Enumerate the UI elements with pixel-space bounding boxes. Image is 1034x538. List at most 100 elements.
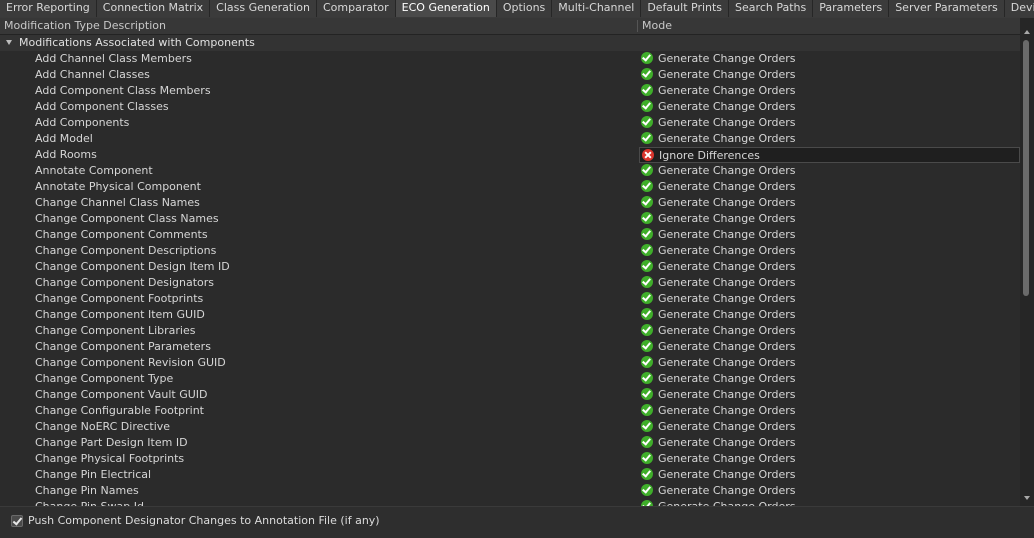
tab-connection-matrix[interactable]: Connection Matrix [96, 0, 211, 17]
vertical-scrollbar[interactable] [1020, 18, 1034, 506]
table-row[interactable]: Add Channel Classes Generate Change Order… [0, 67, 1020, 83]
table-row[interactable]: Change Component Class Names Generate Cha… [0, 211, 1020, 227]
table-row[interactable]: Change Configurable Footprint Generate Ch… [0, 403, 1020, 419]
mode-value: Generate Change Orders [658, 52, 796, 65]
tab-bar: Error Reporting Connection Matrix Class Ge… [0, 0, 1034, 18]
column-divider[interactable] [637, 20, 638, 32]
mode-dropdown[interactable]: Generate Change Orders [639, 419, 1020, 435]
table-row[interactable]: Change Component Footprints Generate Chan… [0, 291, 1020, 307]
mode-dropdown[interactable]: Generate Change Orders [639, 323, 1020, 339]
tab-device-sheets[interactable]: Device Sheets [1004, 0, 1034, 17]
table-row[interactable]: Add Rooms Ignore Differences [0, 147, 1020, 163]
tab-server-parameters[interactable]: Server Parameters [889, 0, 1005, 17]
row-description: Add Component Classes [35, 100, 169, 113]
table-row[interactable]: Change Pin Electrical Generate Change Ord… [0, 467, 1020, 483]
table-row[interactable]: Change Part Design Item ID Generate Chang… [0, 435, 1020, 451]
tab-multi-channel[interactable]: Multi-Channel [552, 0, 642, 17]
check-icon [641, 292, 653, 304]
mode-dropdown[interactable]: Generate Change Orders [639, 435, 1020, 451]
check-icon [641, 68, 653, 80]
tab-parameters[interactable]: Parameters [813, 0, 890, 17]
scrollbar-thumb[interactable] [1023, 40, 1029, 296]
mode-value: Generate Change Orders [658, 388, 796, 401]
table-row[interactable]: Add Component Classes Generate Change Ord… [0, 99, 1020, 115]
table-row[interactable]: Change Channel Class Names Generate Chang… [0, 195, 1020, 211]
table-row[interactable]: Change Component Design Item ID Generate … [0, 259, 1020, 275]
table-row[interactable]: Annotate Physical Component Generate Chan… [0, 179, 1020, 195]
table-row[interactable]: Change Component Descriptions Generate Ch… [0, 243, 1020, 259]
check-icon [641, 228, 653, 240]
check-icon [641, 180, 653, 192]
table-row[interactable]: Add Components Generate Change Orders [0, 115, 1020, 131]
mode-dropdown[interactable]: Generate Change Orders [639, 291, 1020, 307]
tab-default-prints[interactable]: Default Prints [641, 0, 730, 17]
mode-value: Generate Change Orders [658, 260, 796, 273]
mode-dropdown[interactable]: Generate Change Orders [639, 483, 1020, 499]
mode-dropdown[interactable]: Generate Change Orders [639, 115, 1020, 131]
row-description: Add Component Class Members [35, 84, 211, 97]
mode-dropdown[interactable]: Generate Change Orders [639, 211, 1020, 227]
row-description: Add Channel Class Members [35, 52, 192, 65]
mode-dropdown[interactable]: Generate Change Orders [639, 259, 1020, 275]
push-designator-checkbox[interactable] [11, 515, 23, 527]
table-row[interactable]: Change Physical Footprints Generate Chang… [0, 451, 1020, 467]
row-description: Add Channel Classes [35, 68, 150, 81]
table-row[interactable]: Change Component Type Generate Change Ord… [0, 371, 1020, 387]
push-designator-label[interactable]: Push Component Designator Changes to Ann… [28, 514, 380, 527]
mode-dropdown[interactable]: Ignore Differences [639, 147, 1020, 163]
tab-error-reporting[interactable]: Error Reporting [0, 0, 97, 17]
row-description: Change Component Vault GUID [35, 388, 208, 401]
mode-dropdown[interactable]: Generate Change Orders [639, 499, 1020, 506]
table-row[interactable]: Change Component Libraries Generate Chang… [0, 323, 1020, 339]
mode-dropdown[interactable]: Generate Change Orders [639, 307, 1020, 323]
mode-dropdown[interactable]: Generate Change Orders [639, 467, 1020, 483]
mode-dropdown[interactable]: Generate Change Orders [639, 67, 1020, 83]
table-row[interactable]: Change Pin Names Generate Change Orders [0, 483, 1020, 499]
column-header-description[interactable]: Modification Type Description [4, 18, 166, 34]
table-row[interactable]: Annotate Component Generate Change Orders [0, 163, 1020, 179]
row-description: Change NoERC Directive [35, 420, 171, 433]
mode-dropdown[interactable]: Generate Change Orders [639, 403, 1020, 419]
mode-dropdown[interactable]: Generate Change Orders [639, 83, 1020, 99]
mode-value: Ignore Differences [659, 149, 760, 162]
table-row[interactable]: Add Component Class Members Generate Chan… [0, 83, 1020, 99]
row-description: Change Component Item GUID [35, 308, 205, 321]
expand-triangle-icon[interactable] [6, 40, 12, 45]
mode-dropdown[interactable]: Generate Change Orders [639, 387, 1020, 403]
scroll-down-arrow-icon[interactable] [1024, 496, 1030, 500]
table-row[interactable]: Add Model Generate Change Orders [0, 131, 1020, 147]
mode-dropdown[interactable]: Generate Change Orders [639, 195, 1020, 211]
scroll-up-arrow-icon[interactable] [1024, 30, 1030, 34]
tab-class-generation[interactable]: Class Generation [210, 0, 317, 17]
table-row[interactable]: Change Pin Swap Id Generate Change Orders [0, 499, 1020, 506]
table-row[interactable]: Change Component Designators Generate Cha… [0, 275, 1020, 291]
mode-dropdown[interactable]: Generate Change Orders [639, 99, 1020, 115]
mode-dropdown[interactable]: Generate Change Orders [639, 131, 1020, 147]
tab-eco-generation[interactable]: ECO Generation [395, 0, 497, 17]
table-row[interactable]: Add Channel Class Members Generate Change… [0, 51, 1020, 67]
table-row[interactable]: Change Component Vault GUID Generate Chan… [0, 387, 1020, 403]
mode-dropdown[interactable]: Generate Change Orders [639, 243, 1020, 259]
column-header-mode[interactable]: Mode [642, 18, 672, 34]
group-row[interactable]: Modifications Associated with Components [0, 35, 1020, 51]
row-description: Change Pin Swap Id [35, 499, 144, 506]
mode-dropdown[interactable]: Generate Change Orders [639, 163, 1020, 179]
check-icon [641, 100, 653, 112]
mode-value: Generate Change Orders [658, 499, 795, 506]
table-row[interactable]: Change Component Parameters Generate Chan… [0, 339, 1020, 355]
table-row[interactable]: Change Component Comments Generate Change… [0, 227, 1020, 243]
mode-dropdown[interactable]: Generate Change Orders [639, 275, 1020, 291]
mode-dropdown[interactable]: Generate Change Orders [639, 179, 1020, 195]
tab-options[interactable]: Options [496, 0, 553, 17]
mode-dropdown[interactable]: Generate Change Orders [639, 355, 1020, 371]
tab-comparator[interactable]: Comparator [316, 0, 396, 17]
mode-dropdown[interactable]: Generate Change Orders [639, 371, 1020, 387]
table-row[interactable]: Change Component Item GUID Generate Chang… [0, 307, 1020, 323]
mode-dropdown[interactable]: Generate Change Orders [639, 51, 1020, 67]
mode-dropdown[interactable]: Generate Change Orders [639, 339, 1020, 355]
tab-search-paths[interactable]: Search Paths [729, 0, 814, 17]
mode-dropdown[interactable]: Generate Change Orders [639, 451, 1020, 467]
table-row[interactable]: Change NoERC Directive Generate Change Or… [0, 419, 1020, 435]
table-row[interactable]: Change Component Revision GUID Generate C… [0, 355, 1020, 371]
mode-dropdown[interactable]: Generate Change Orders [639, 227, 1020, 243]
